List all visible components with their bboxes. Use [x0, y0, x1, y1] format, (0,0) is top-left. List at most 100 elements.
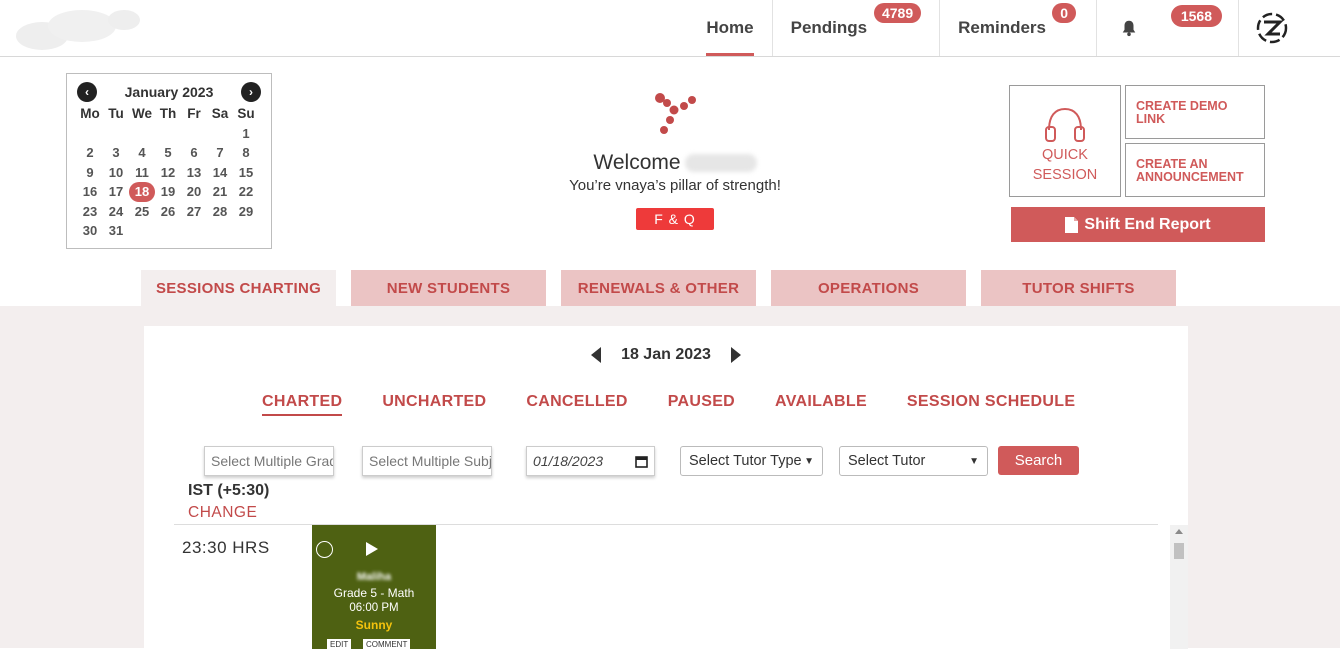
prev-date-arrow-icon[interactable]	[591, 347, 602, 363]
tab-operations[interactable]: OPERATIONS	[771, 270, 966, 306]
calendar-day[interactable]: 26	[155, 202, 181, 222]
scroll-up-arrow-icon[interactable]	[1175, 529, 1183, 534]
calendar-weekday: Th	[159, 106, 177, 122]
calendar-day[interactable]: 24	[103, 202, 129, 222]
nav-pendings[interactable]: Pendings 4789	[771, 0, 940, 56]
tutor-type-select-value: Select Tutor Type	[689, 453, 802, 469]
calendar-day[interactable]: 12	[155, 163, 181, 183]
fq-button[interactable]: F & Q	[636, 208, 714, 230]
nav-home[interactable]: Home	[688, 0, 771, 56]
quick-session-label-1: QUICK	[1042, 147, 1088, 163]
calendar-day[interactable]: 27	[181, 202, 207, 222]
tab-tutor-shifts[interactable]: TUTOR SHIFTS	[981, 270, 1176, 306]
search-button[interactable]: Search	[998, 446, 1079, 475]
calendar-day[interactable]: 30	[77, 221, 103, 241]
calendar-empty-cell	[155, 124, 181, 144]
subtab-cancelled[interactable]: CANCELLED	[526, 393, 627, 416]
quick-session-button[interactable]: QUICK SESSION	[1009, 85, 1121, 197]
session-timeline: 23:30 HRS Maliha Grade 5 - Math 06:00 PM…	[174, 524, 1188, 651]
calendar-day[interactable]: 10	[103, 163, 129, 183]
calendar-day[interactable]: 22	[233, 182, 259, 202]
main-tabs: SESSIONS CHARTING NEW STUDENTS RENEWALS …	[141, 270, 1176, 306]
calendar-day[interactable]: 31	[103, 221, 129, 241]
calendar-day[interactable]: 28	[207, 202, 233, 222]
calendar-weekday: We	[131, 106, 152, 122]
brand-logo[interactable]	[12, 6, 142, 52]
session-time: 06:00 PM	[349, 602, 399, 614]
calendar-prev-month-button[interactable]: ‹	[77, 82, 97, 102]
tab-renewals-other[interactable]: RENEWALS & OTHER	[561, 270, 756, 306]
tutor-select[interactable]: Select Tutor ▼	[839, 446, 988, 476]
calendar-day[interactable]: 23	[77, 202, 103, 222]
welcome-tagline: You’re vnaya’s pillar of strength!	[569, 177, 781, 194]
calendar-day[interactable]: 8	[233, 143, 259, 163]
timeline-scrollbar[interactable]	[1170, 525, 1188, 649]
calendar-day[interactable]: 18	[129, 182, 155, 202]
create-demo-link-label: CREATE DEMO LINK	[1136, 99, 1228, 127]
tab-sessions-charting[interactable]: SESSIONS CHARTING	[141, 270, 336, 306]
create-announcement-button[interactable]: CREATE AN ANNOUNCEMENT	[1125, 143, 1265, 197]
calendar-day[interactable]: 20	[181, 182, 207, 202]
calendar-weekday: Su	[237, 106, 255, 122]
calendar-day[interactable]: 2	[77, 143, 103, 163]
student-name: Maliha	[356, 571, 392, 583]
session-card[interactable]: Maliha Grade 5 - Math 06:00 PM Sunny EDI…	[312, 525, 436, 651]
calendar-empty-cell	[77, 124, 103, 144]
comment-button[interactable]: COMMENT	[363, 639, 411, 651]
date-input[interactable]: 01/18/2023	[526, 446, 655, 476]
calendar-empty-cell	[129, 124, 155, 144]
subject-multiselect-input[interactable]: Select Multiple Subje	[362, 446, 492, 476]
calendar-weekday: Fr	[187, 106, 201, 122]
calendar-empty-cell	[181, 124, 207, 144]
tab-new-students[interactable]: NEW STUDENTS	[351, 270, 546, 306]
nav-notifications[interactable]: 1568	[1096, 0, 1238, 56]
mini-calendar: ‹ January 2023 › Mo Tu We Th Fr Sa Su 1 2 3 4 5 6 7 8 9…	[66, 73, 272, 249]
filter-bar: Select Multiple Grade Select Multiple Su…	[204, 446, 1104, 480]
subtab-uncharted[interactable]: UNCHARTED	[382, 393, 486, 416]
calendar-day[interactable]: 14	[207, 163, 233, 183]
subtab-session-schedule[interactable]: SESSION SCHEDULE	[907, 393, 1075, 416]
calendar-day[interactable]: 19	[155, 182, 181, 202]
next-date-arrow-icon[interactable]	[730, 347, 741, 363]
calendar-next-month-button[interactable]: ›	[240, 82, 261, 102]
calendar-day[interactable]: 29	[233, 202, 259, 222]
calendar-grid: Mo Tu We Th Fr Sa Su 1 2 3 4 5 6 7 8 9 10 11 12 13 14 15 16 17 1…	[77, 104, 261, 241]
calendar-day[interactable]: 13	[181, 163, 207, 183]
nav-reminders[interactable]: Reminders 0	[939, 0, 1096, 56]
current-date: 18 Jan 2023	[621, 346, 711, 363]
calendar-day[interactable]: 3	[103, 143, 129, 163]
grade-multiselect-input[interactable]: Select Multiple Grade	[204, 446, 334, 476]
calendar-day[interactable]: 17	[103, 182, 129, 202]
calendar-day[interactable]: 11	[129, 163, 155, 183]
shift-end-report-button[interactable]: Shift End Report	[1011, 207, 1265, 242]
calendar-day[interactable]: 6	[181, 143, 207, 163]
calendar-day[interactable]: 16	[77, 182, 103, 202]
calendar-day[interactable]: 5	[155, 143, 181, 163]
select-circle-icon[interactable]	[316, 541, 333, 558]
notifications-count-badge: 1568	[1170, 5, 1222, 27]
calendar-day[interactable]: 9	[77, 163, 103, 183]
calendar-day[interactable]: 25	[129, 202, 155, 222]
tutor-type-select[interactable]: Select Tutor Type ▼	[680, 446, 823, 476]
subtab-paused[interactable]: PAUSED	[668, 393, 735, 416]
calendar-day[interactable]: 1	[233, 124, 259, 144]
calendar-empty-cell	[103, 124, 129, 144]
quick-session-label-2: SESSION	[1032, 166, 1098, 183]
scrollbar-thumb[interactable]	[1174, 543, 1184, 559]
subtab-available[interactable]: AVAILABLE	[775, 393, 867, 416]
user-name-redacted	[684, 154, 757, 173]
calendar-day[interactable]: 7	[207, 143, 233, 163]
shift-end-report-label: Shift End Report	[1084, 215, 1211, 233]
calendar-day[interactable]: 4	[129, 143, 155, 163]
edit-button[interactable]: EDIT	[327, 639, 352, 651]
timezone-change-link[interactable]: CHANGE	[188, 504, 257, 522]
nav-profile[interactable]	[1238, 0, 1340, 56]
create-demo-link-button[interactable]: CREATE DEMO LINK	[1125, 85, 1265, 139]
play-icon[interactable]	[366, 542, 378, 556]
calendar-day[interactable]: 15	[233, 163, 259, 183]
top-navbar: Home Pendings 4789 Reminders 0 1568	[0, 0, 1340, 57]
subtab-charted[interactable]: CHARTED	[262, 393, 343, 416]
vnaya-mark-icon	[655, 93, 696, 134]
calendar-day[interactable]: 21	[207, 182, 233, 202]
chevron-down-icon: ▼	[804, 455, 814, 467]
